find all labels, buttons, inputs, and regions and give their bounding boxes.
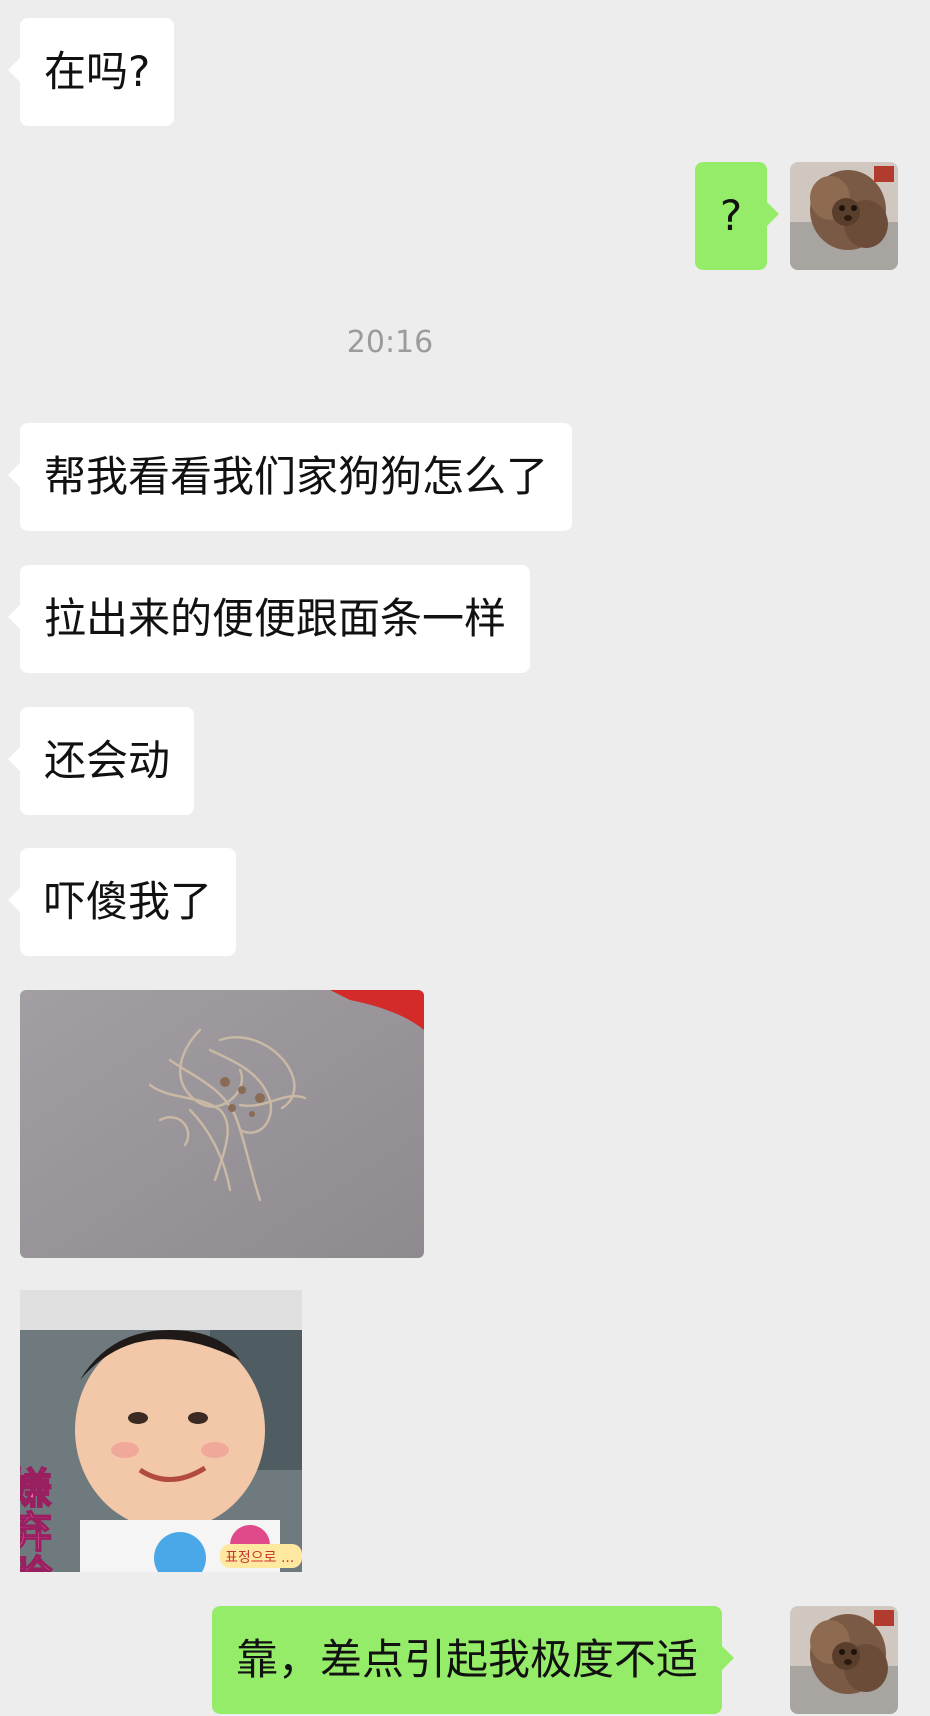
message-bubble-incoming[interactable]: 在吗? — [7, 18, 175, 126]
svg-text:嫌弃脸: 嫌弃脸 — [20, 1466, 53, 1572]
message-bubble-incoming[interactable]: 吓傻我了 — [7, 848, 237, 956]
user-avatar-dog-icon[interactable] — [790, 1606, 898, 1714]
svg-text:표정으로 ...: 표정으로 ... — [225, 1550, 294, 1566]
baby-disgusted-face-sticker-icon: 표정으로 ... 嫌弃脸 — [20, 1290, 302, 1572]
message-bubble-incoming[interactable]: 帮我看看我们家狗狗怎么了 — [7, 423, 573, 531]
photo-message[interactable] — [20, 990, 424, 1258]
user-avatar-dog-icon[interactable] — [790, 162, 898, 270]
sticker-message[interactable]: 표정으로 ... 嫌弃脸 — [20, 1290, 302, 1572]
worms-photo-icon — [20, 990, 424, 1258]
message-bubble-incoming[interactable]: 拉出来的便便跟面条一样 — [7, 565, 531, 673]
message-bubble-outgoing[interactable]: 靠，差点引起我极度不适 — [212, 1606, 735, 1714]
message-bubble-incoming[interactable]: 还会动 — [7, 707, 195, 815]
timestamp: 20:16 — [346, 325, 434, 360]
message-bubble-outgoing[interactable]: ? — [695, 162, 779, 270]
